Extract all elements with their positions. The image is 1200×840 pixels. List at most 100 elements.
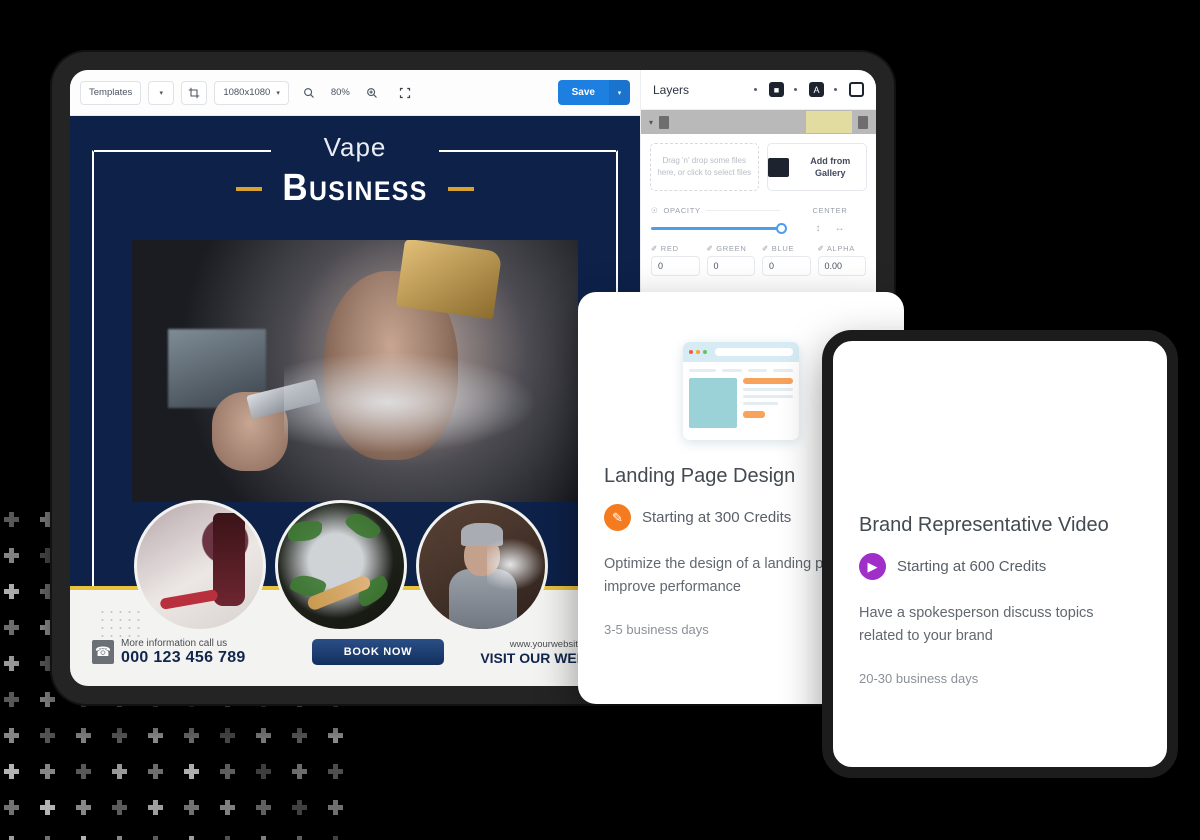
- plus-shape: [40, 692, 55, 707]
- plus-shape: [328, 764, 343, 779]
- plus-shape: [4, 548, 19, 563]
- bullet-dot: [754, 88, 757, 91]
- channel-field-alpha: ✐ ALPHA 0.00: [817, 244, 866, 276]
- poster-phone-block: ☎ More information call us 000 123 456 7…: [92, 638, 302, 667]
- channel-field-blue: ✐ BLUE 0: [762, 244, 811, 276]
- file-dropzone[interactable]: Drag 'n' drop some files here, or click …: [650, 143, 759, 191]
- text-icon[interactable]: A: [809, 82, 824, 97]
- plus-shape: [328, 728, 343, 743]
- channel-label: ✐ RED: [651, 244, 679, 253]
- card-turnaround: 20-30 business days: [859, 670, 979, 686]
- plus-shape: [76, 728, 91, 743]
- poster-headline-row: Business: [70, 167, 640, 210]
- plus-shape: [292, 728, 307, 743]
- plus-shape: [76, 764, 91, 779]
- poster-heading-block: Vape Business: [70, 132, 640, 210]
- video-icon: ▶: [859, 553, 886, 580]
- plus-shape: [184, 764, 199, 779]
- plus-shape: [220, 764, 235, 779]
- templates-button[interactable]: Templates: [80, 80, 142, 105]
- plus-shape: [292, 836, 307, 840]
- plus-shape: [220, 800, 235, 815]
- channel-field-green: ✐ GREEN 0: [706, 244, 755, 276]
- card-price: Starting at 600 Credits: [897, 558, 1047, 575]
- plus-shape: [112, 836, 127, 840]
- opacity-icon: ☉: [651, 206, 659, 215]
- traffic-light-green: [703, 350, 707, 354]
- gold-dash-right: [447, 186, 474, 191]
- phone-icon: ☎: [92, 640, 114, 664]
- center-horizontal-icon[interactable]: ↔: [835, 223, 845, 234]
- layer-visibility-chip[interactable]: [858, 115, 868, 129]
- channel-input[interactable]: 0: [651, 256, 700, 276]
- channel-label: ✐ ALPHA: [817, 244, 855, 253]
- plus-shape: [328, 800, 343, 815]
- opacity-slider-handle[interactable]: [776, 223, 787, 234]
- center-vertical-icon[interactable]: ↕: [816, 223, 821, 234]
- plus-shape: [4, 512, 19, 527]
- opacity-section-header: ☉ OPACITY CENTER: [641, 200, 876, 217]
- gold-dash-left: [236, 186, 262, 191]
- plus-shape: [112, 800, 127, 815]
- layers-panel-title: Layers: [653, 82, 690, 97]
- opacity-control-row: ↕ ↔: [641, 217, 876, 242]
- canvas-size-selector[interactable]: 1080x1080 ▾: [214, 80, 289, 105]
- center-buttons: ↕ ↔: [794, 223, 866, 234]
- pencil-icon: ✎: [604, 504, 631, 531]
- crop-icon[interactable]: [181, 80, 208, 105]
- opacity-slider[interactable]: [651, 223, 787, 234]
- chevron-down-icon[interactable]: ▾: [649, 118, 653, 127]
- plus-shape: [292, 764, 307, 779]
- plus-shape: [112, 764, 127, 779]
- poster-headline: Business: [282, 167, 428, 209]
- poster-call-label: More information call us: [121, 637, 228, 649]
- circle-photo-3: [416, 500, 548, 632]
- save-button-group: Save ▾: [557, 80, 630, 105]
- channel-input[interactable]: 0: [706, 256, 755, 276]
- layers-header-icons: ■ A: [754, 82, 864, 97]
- circle-photo-1: [134, 500, 266, 632]
- plus-shape: [184, 836, 199, 840]
- rgba-controls: ✐ RED 0 ✐ GREEN 0 ✐ BLUE 0 ✐ ALPHA 0.00: [641, 242, 876, 284]
- layer-list-row[interactable]: ▾: [641, 110, 876, 134]
- add-from-gallery-button[interactable]: Add from Gallery: [766, 143, 867, 191]
- plus-shape: [220, 728, 235, 743]
- upload-row: Drag 'n' drop some files here, or click …: [641, 134, 876, 200]
- bullet-dot: [794, 88, 797, 91]
- traffic-light-yellow: [696, 350, 700, 354]
- plus-shape: [4, 800, 19, 815]
- zoom-in-icon[interactable]: [359, 81, 385, 105]
- channel-field-red: ✐ RED 0: [651, 244, 700, 276]
- plus-shape: [256, 836, 271, 840]
- chevron-down-icon: ▾: [276, 89, 280, 97]
- zoom-out-icon[interactable]: [296, 81, 322, 105]
- card-price: Starting at 300 Credits: [642, 509, 792, 526]
- save-button[interactable]: Save: [557, 80, 609, 105]
- poster-canvas[interactable]: Vape Business ☎ More information call us…: [70, 116, 640, 686]
- channel-input[interactable]: 0: [762, 256, 811, 276]
- templates-dropdown-caret[interactable]: ▾: [148, 80, 175, 105]
- channel-input[interactable]: 0.00: [817, 256, 866, 276]
- layer-thumbnail: [806, 111, 852, 133]
- shape-icon[interactable]: [849, 82, 864, 97]
- service-card-brand-video[interactable]: Brand Representative Video ▶ Starting at…: [822, 330, 1178, 778]
- plus-shape: [4, 620, 19, 635]
- plus-shape: [40, 836, 55, 840]
- image-icon[interactable]: ■: [769, 82, 784, 97]
- poster-circle-photos: [132, 500, 578, 632]
- plus-shape: [184, 800, 199, 815]
- channel-label: ✐ GREEN: [706, 244, 747, 253]
- circle-photo-2: [275, 500, 407, 632]
- plus-shape: [148, 836, 163, 840]
- poster-script-word: Vape: [323, 132, 387, 162]
- layers-panel-header: Layers ■ A: [641, 70, 876, 110]
- browser-url-bar: [715, 348, 793, 356]
- plus-shape: [256, 764, 271, 779]
- poster-book-now-button[interactable]: BOOK NOW: [312, 639, 444, 665]
- save-dropdown-caret[interactable]: ▾: [609, 80, 630, 105]
- plus-shape: [4, 836, 19, 840]
- card-price-row: ▶ Starting at 600 Credits: [859, 553, 1141, 580]
- fullscreen-icon[interactable]: [392, 81, 418, 105]
- poster-hero-photo: [132, 240, 578, 502]
- plus-shape: [40, 728, 55, 743]
